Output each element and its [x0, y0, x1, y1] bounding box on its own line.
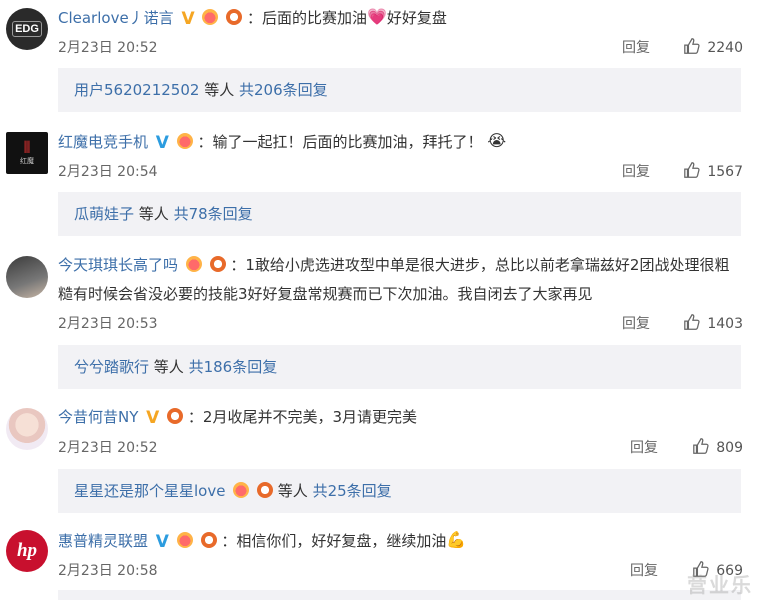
timestamp: 2月23日 20:52 [58, 440, 158, 456]
reply-button[interactable]: 回复 [630, 437, 658, 457]
like-button[interactable]: 2240 [683, 37, 743, 56]
reply-middle: 等人 [199, 81, 239, 99]
timestamp: 2月23日 20:58 [58, 563, 158, 579]
fan-badge-icon [185, 255, 202, 272]
reply-users[interactable]: 用户5620212502 [74, 81, 199, 99]
comment-line: Clearlove丿诺言 V ：后面的比赛加油💗好好复盘 [58, 4, 749, 33]
reply-summary[interactable]: 兮兮踏歌行 等人 共186条回复 [58, 345, 741, 389]
reply-summary[interactable]: 瓜萌娃子 等人 共78条回复 [58, 192, 741, 236]
fan-badge-icon [176, 132, 193, 149]
thumbs-up-icon [684, 162, 700, 178]
edg-logo: EDG [12, 21, 42, 37]
hp-logo: hp [16, 540, 38, 561]
reply-count[interactable]: 共78条回复 [174, 205, 253, 223]
medal-icon [226, 8, 243, 25]
reply-button[interactable]: 回复 [622, 37, 650, 57]
medal-icon [167, 407, 184, 424]
reply-users[interactable]: 兮兮踏歌行 [74, 358, 149, 376]
comment-line: 惠普精灵联盟 V ：相信你们，好好复盘，继续加油💪 [58, 527, 749, 556]
avatar[interactable]: ⦀ 红魔 [6, 132, 48, 174]
medal-icon [200, 531, 217, 548]
reply-middle: 等人 [134, 205, 174, 223]
comment-meta: 2月23日 20:52 回复 809 [58, 437, 743, 457]
medal-icon [257, 481, 274, 498]
fan-badge-icon [176, 531, 193, 548]
avatar[interactable]: EDG [6, 8, 48, 50]
comment-meta: 2月23日 20:58 回复 669 [58, 560, 743, 580]
comment-text: ：后面的比赛加油 [246, 9, 367, 27]
comment-text: ：相信你们，好好复盘，继续加油 [221, 532, 447, 550]
verified-icon: V [146, 407, 160, 428]
comment-text: ：2月收尾并不完美，3月请更完美 [187, 408, 417, 426]
timestamp: 2月23日 20:53 [58, 316, 158, 332]
comment-line: 今天琪琪长高了吗 ：1敢给小虎选进攻型中单是很大进步，总比以前老拿瑞兹好2团战处… [58, 251, 743, 309]
comment-meta: 2月23日 20:54 回复 1567 [58, 161, 743, 181]
fan-badge-icon [233, 481, 250, 498]
reply-summary[interactable]: 用户5620212502 等人 共206条回复 [58, 68, 741, 112]
reply-middle: 等人 [149, 358, 189, 376]
like-count: 1567 [707, 164, 743, 180]
verified-icon: V [155, 132, 169, 153]
username[interactable]: 红魔电竞手机 [58, 133, 148, 151]
heart-emoji-icon: 💗 [367, 6, 387, 26]
reply-users[interactable]: 星星还是那个星星love [74, 482, 225, 500]
like-button[interactable]: 1567 [683, 161, 743, 180]
comment-text: ：输了一起扛！后面的比赛加油，拜托了！ [197, 133, 483, 151]
reply-button[interactable]: 回复 [630, 560, 658, 580]
thumbs-up-icon [684, 314, 700, 330]
avatar[interactable] [6, 256, 48, 298]
reply-count[interactable]: 共186条回复 [189, 358, 278, 376]
verified-icon: V [155, 531, 169, 552]
avatar[interactable] [6, 408, 48, 450]
comment-line: 今昔何昔NY V ：2月收尾并不完美，3月请更完美 [58, 403, 749, 432]
comment-text-tail: 好好复盘 [386, 9, 447, 27]
comment-meta: 2月23日 20:53 回复 1403 [58, 313, 743, 333]
medal-icon [209, 255, 226, 272]
comment-line: 红魔电竞手机 V ：输了一起扛！后面的比赛加油，拜托了！ 😭 [58, 128, 749, 157]
fan-badge-icon [202, 8, 219, 25]
redmagic-logo-icon: ⦀ [23, 138, 31, 157]
like-button[interactable]: 809 [692, 437, 743, 456]
reply-summary-partial [58, 590, 741, 600]
username[interactable]: Clearlove丿诺言 [58, 9, 174, 27]
muscle-emoji-icon: 💪 [446, 529, 467, 549]
crying-emoji-icon: 😭 [487, 130, 507, 150]
reply-count[interactable]: 共206条回复 [239, 81, 328, 99]
thumbs-up-icon [693, 438, 709, 454]
comment-meta: 2月23日 20:52 回复 2240 [58, 37, 743, 57]
reply-summary[interactable]: 星星还是那个星星love 等人 共25条回复 [58, 469, 741, 513]
verified-icon: V [181, 8, 195, 29]
username[interactable]: 惠普精灵联盟 [58, 532, 148, 550]
reply-count[interactable]: 共25条回复 [313, 482, 392, 500]
like-count: 1403 [707, 316, 743, 332]
timestamp: 2月23日 20:52 [58, 40, 158, 56]
like-count: 2240 [707, 40, 743, 56]
username[interactable]: 今昔何昔NY [58, 408, 138, 426]
like-count: 809 [716, 440, 743, 456]
thumbs-up-icon [684, 38, 700, 54]
reply-button[interactable]: 回复 [622, 161, 650, 181]
reply-button[interactable]: 回复 [622, 313, 650, 333]
watermark: 营业乐 [687, 573, 753, 597]
redmagic-label: 红魔 [20, 157, 34, 165]
reply-users[interactable]: 瓜萌娃子 [74, 205, 134, 223]
like-button[interactable]: 1403 [683, 313, 743, 332]
username[interactable]: 今天琪琪长高了吗 [58, 256, 178, 274]
avatar[interactable]: hp [6, 530, 48, 572]
timestamp: 2月23日 20:54 [58, 164, 158, 180]
reply-middle: 等人 [273, 482, 313, 500]
